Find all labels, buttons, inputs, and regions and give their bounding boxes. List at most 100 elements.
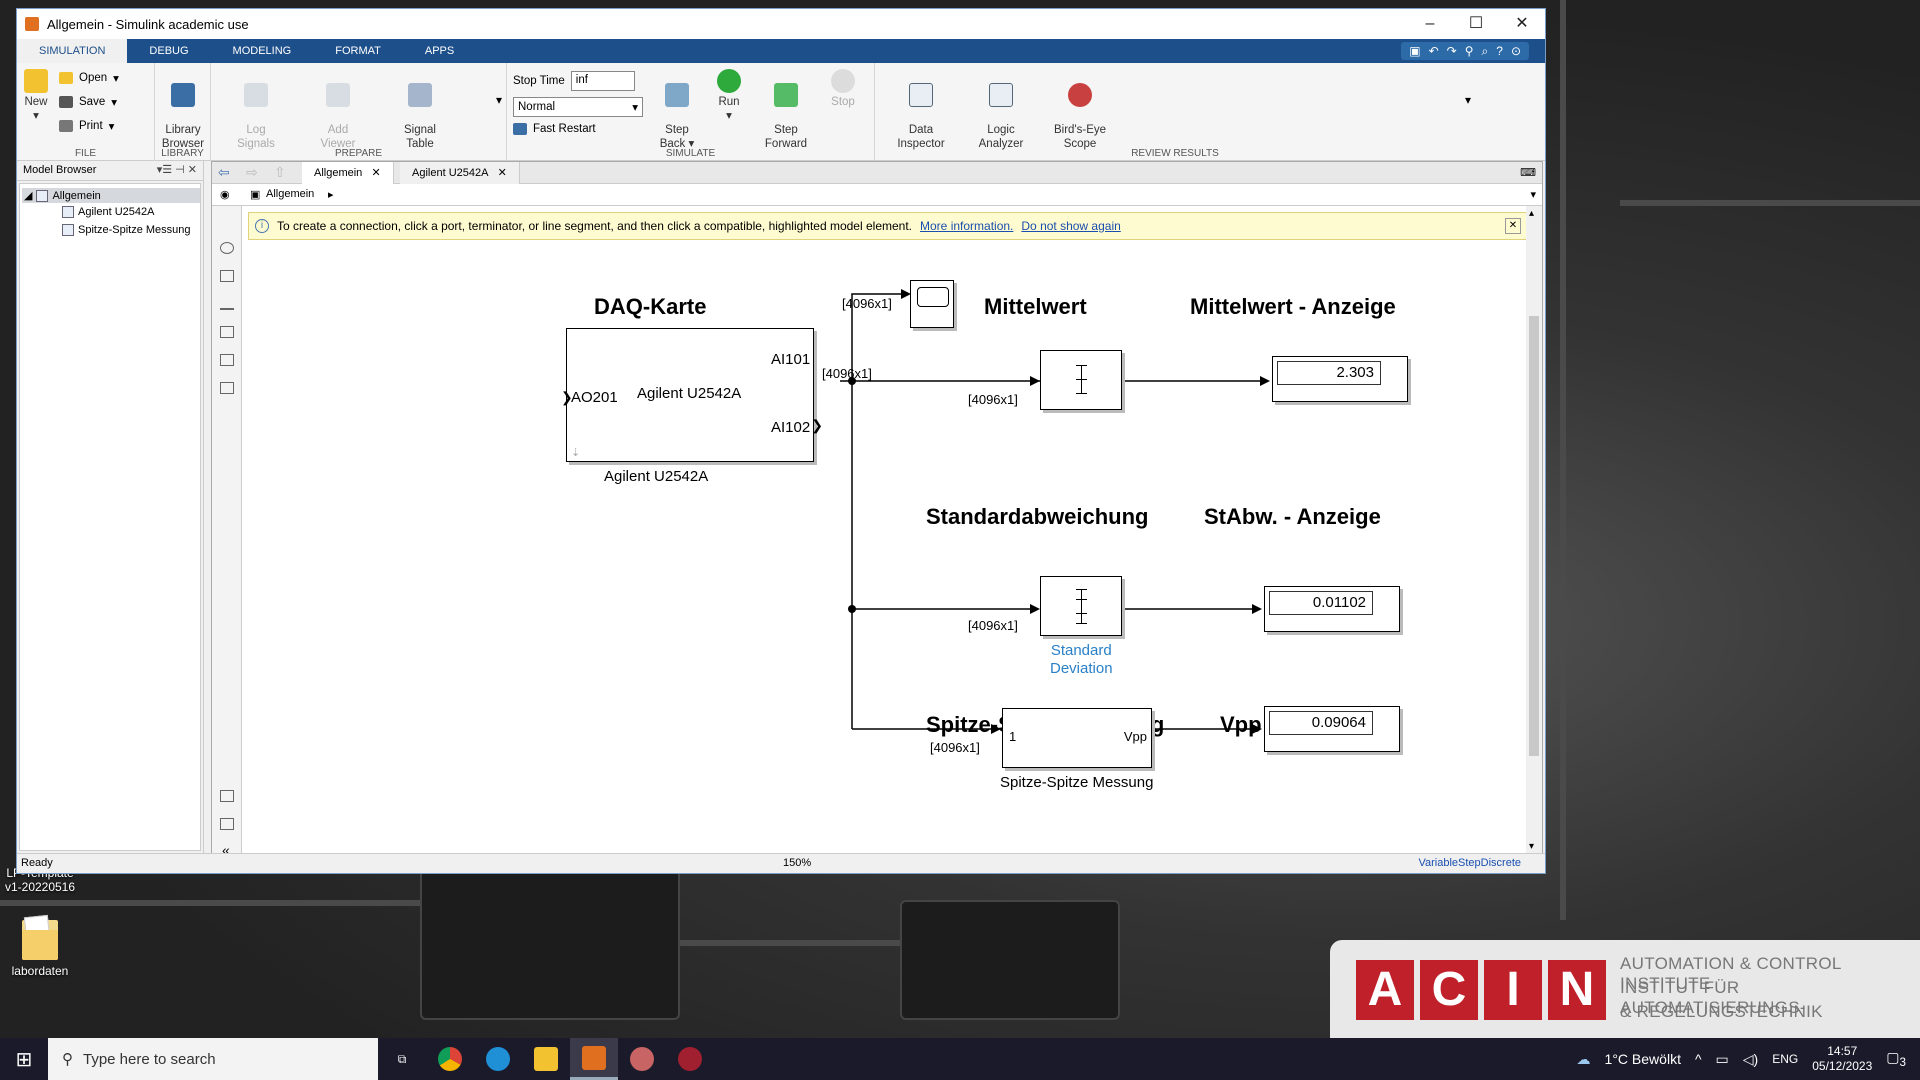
taskbar-search[interactable]: ⚲ Type here to search	[48, 1038, 378, 1080]
edge-button[interactable]	[474, 1038, 522, 1080]
log-signals-button[interactable]: Log Signals	[231, 69, 281, 151]
volume-icon[interactable]: ◁)	[1743, 1051, 1758, 1068]
solver-link[interactable]: VariableStepDiscrete	[1418, 857, 1521, 869]
zoom-icon[interactable]	[220, 242, 234, 254]
logic-analyzer-button[interactable]: Logic Analyzer	[973, 69, 1029, 151]
panel-controls-icon[interactable]: ▾☰ ⊣ ✕	[157, 163, 197, 176]
notifications-icon[interactable]: ▢3	[1886, 1049, 1906, 1069]
chevron-right-icon[interactable]: ▸	[328, 188, 334, 201]
group-label: LIBRARY	[161, 148, 204, 159]
fit-view-icon[interactable]	[220, 270, 234, 282]
tab-format[interactable]: FORMAT	[313, 39, 403, 63]
run-button[interactable]: Run ▾	[711, 69, 747, 123]
model-browser: Model Browser ▾☰ ⊣ ✕ ◢ Allgemein Agilent…	[17, 161, 204, 855]
tab-agilent[interactable]: Agilent U2542A ✕	[400, 162, 520, 184]
start-button[interactable]: ⊞	[0, 1038, 48, 1080]
help-icon[interactable]: ?	[1496, 44, 1503, 58]
model-browser-header: Model Browser ▾☰ ⊣ ✕	[17, 161, 203, 181]
minimize-button[interactable]: –	[1407, 9, 1453, 39]
step-forward-button[interactable]: Step Forward	[761, 69, 811, 151]
search-icon[interactable]: ⚲	[1465, 44, 1474, 58]
vpp-subsystem-block[interactable]: 1 Vpp	[1002, 708, 1152, 768]
tab-simulation[interactable]: SIMULATION	[17, 39, 128, 63]
stop-button[interactable]: Stop	[825, 69, 861, 109]
area-icon[interactable]	[220, 382, 234, 394]
open-button[interactable]: Open ▾	[59, 71, 119, 85]
task-view-button[interactable]: ⧉	[378, 1038, 426, 1080]
vertical-scrollbar[interactable]: ▴ ▾	[1526, 206, 1542, 854]
library-browser-button[interactable]: Library Browser	[159, 69, 207, 151]
logo-letter: N	[1548, 960, 1606, 1020]
stop-time-input[interactable]: inf	[570, 71, 635, 91]
tab-modeling[interactable]: MODELING	[211, 39, 314, 63]
daq-block[interactable]: AO201 Agilent U2542A AI101 AI102 ❯ ❯ ⇣	[561, 328, 823, 462]
back-icon[interactable]: ⇦	[218, 164, 230, 181]
new-button[interactable]: New ▾	[21, 69, 51, 123]
tree-item-agilent[interactable]: Agilent U2542A	[62, 206, 154, 218]
print-button[interactable]: Print ▾	[59, 119, 114, 133]
library-icon	[171, 83, 195, 107]
scroll-up-icon[interactable]: ▴	[1529, 208, 1534, 219]
network-icon[interactable]: ▭	[1716, 1051, 1729, 1068]
tree-item-allgemein[interactable]: ◢ Allgemein	[22, 188, 200, 203]
sim-mode-select[interactable]: Normal ▾	[513, 97, 643, 117]
chevron-up-icon[interactable]: ^	[1695, 1051, 1702, 1067]
group-label: REVIEW RESULTS	[1131, 148, 1219, 159]
explorer-button[interactable]	[522, 1038, 570, 1080]
language-indicator[interactable]: ENG	[1772, 1052, 1798, 1066]
scroll-thumb[interactable]	[1529, 316, 1539, 756]
mean-block[interactable]	[1040, 350, 1122, 410]
app-button[interactable]	[618, 1038, 666, 1080]
close-button[interactable]: ✕	[1499, 9, 1545, 39]
signal-table-button[interactable]: Signal Table	[395, 69, 445, 151]
annotation-icon[interactable]	[220, 326, 234, 338]
save-button[interactable]: Save ▾	[59, 95, 117, 109]
std-display-block[interactable]: 0.01102	[1264, 586, 1400, 632]
find-icon[interactable]: ⌕	[1482, 44, 1489, 59]
tab-apps[interactable]: APPS	[403, 39, 476, 63]
app-button-2[interactable]	[666, 1038, 714, 1080]
screenshot-icon[interactable]	[220, 790, 234, 802]
daq-caption: Agilent U2542A	[604, 468, 709, 485]
redo-icon[interactable]: ↷	[1447, 44, 1457, 58]
chrome-button[interactable]	[426, 1038, 474, 1080]
hide-icon[interactable]: ◉	[220, 188, 230, 201]
output-port-icon[interactable]: ❯	[811, 417, 823, 434]
step-back-button[interactable]: Step Back ▾	[657, 69, 697, 151]
expand-icon[interactable]: ◢	[24, 189, 32, 202]
chevron-down-icon[interactable]: ▾	[1530, 188, 1536, 201]
prepare-expand-icon[interactable]: ▾	[496, 93, 502, 107]
tab-allgemein[interactable]: Allgemein ✕	[302, 162, 394, 184]
mean-display-block[interactable]: 2.303	[1272, 356, 1408, 402]
breadcrumb-item[interactable]: Allgemein	[266, 188, 314, 200]
data-inspector-button[interactable]: Data Inspector	[893, 69, 949, 151]
fast-restart-button[interactable]: Fast Restart	[513, 123, 596, 135]
desktop-icon-labordaten[interactable]: labordaten	[0, 920, 80, 978]
tree-item-spitze[interactable]: Spitze-Spitze Messung	[62, 224, 191, 236]
scope-block[interactable]	[910, 280, 954, 328]
forward-icon[interactable]: ⇨	[246, 164, 258, 181]
scroll-down-icon[interactable]: ▾	[1529, 841, 1534, 852]
tab-debug[interactable]: DEBUG	[127, 39, 210, 63]
keyboard-icon[interactable]: ⌨	[1520, 166, 1536, 179]
birds-eye-scope-button[interactable]: Bird's-Eye Scope	[1047, 69, 1113, 151]
diagram-canvas[interactable]: i To create a connection, click a port, …	[242, 206, 1526, 854]
weather-text[interactable]: 1°C Bewölkt	[1605, 1051, 1681, 1067]
review-expand-icon[interactable]: ▾	[1465, 93, 1471, 107]
maximize-button[interactable]: ☐	[1453, 9, 1499, 39]
vpp-display-block[interactable]: 0.09064	[1264, 706, 1400, 752]
std-block[interactable]	[1040, 576, 1122, 636]
save-icon[interactable]: ▣	[1409, 44, 1420, 58]
close-tab-icon[interactable]: ✕	[498, 167, 507, 179]
matlab-button[interactable]	[570, 1038, 618, 1080]
up-icon[interactable]: ⇧	[274, 164, 286, 181]
close-tab-icon[interactable]: ✕	[371, 167, 380, 179]
add-viewer-button[interactable]: Add Viewer	[313, 69, 363, 151]
explorer-bar-icon[interactable]	[220, 818, 234, 830]
route-lines-icon[interactable]	[220, 298, 234, 310]
undo-icon[interactable]: ↶	[1429, 44, 1439, 58]
input-port-icon[interactable]: ❯	[561, 389, 573, 406]
image-icon[interactable]	[220, 354, 234, 366]
clock[interactable]: 14:57 05/12/2023	[1812, 1044, 1872, 1074]
collapse-icon[interactable]: ⊙	[1511, 44, 1521, 58]
